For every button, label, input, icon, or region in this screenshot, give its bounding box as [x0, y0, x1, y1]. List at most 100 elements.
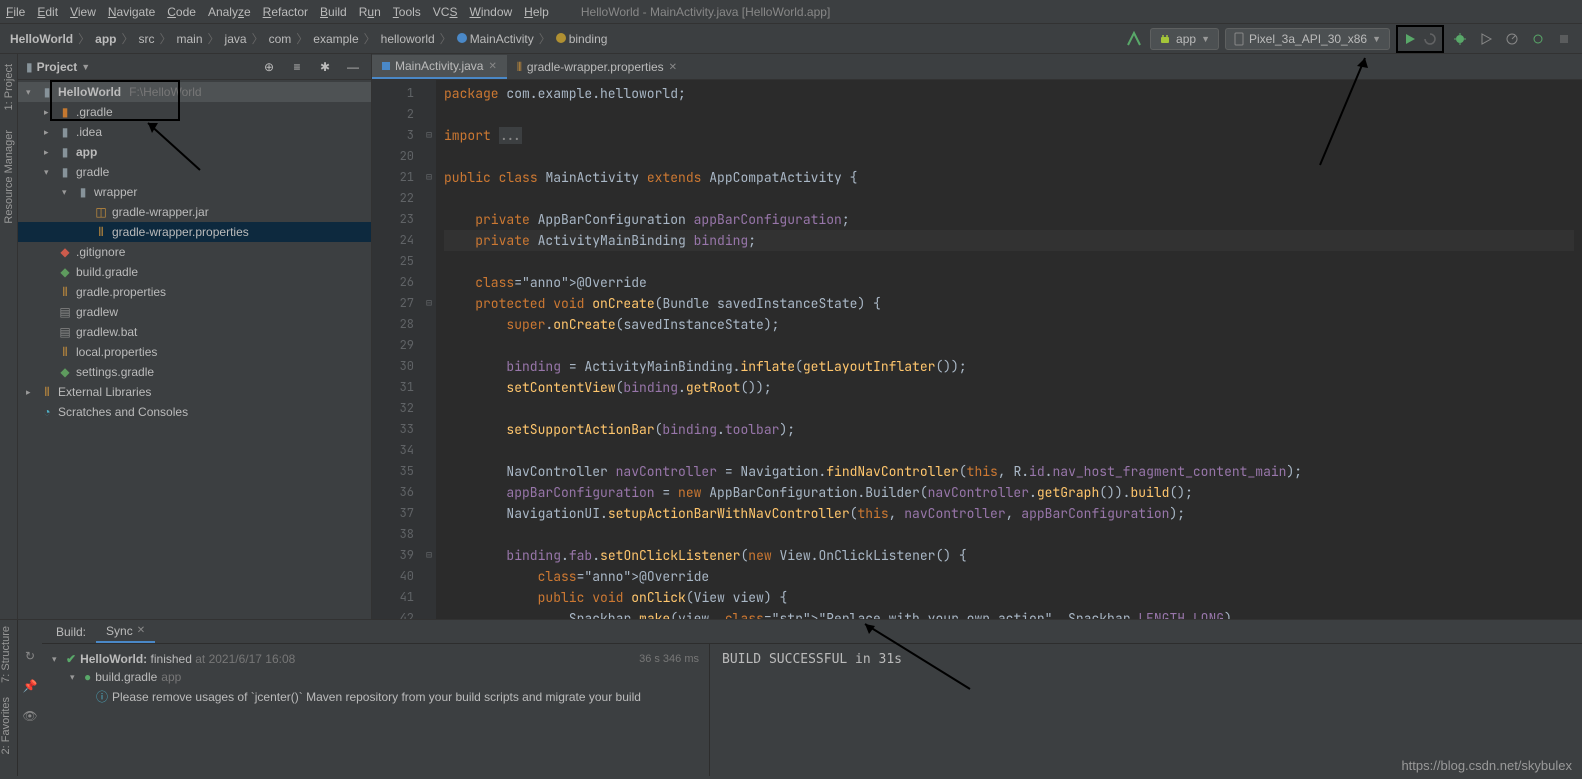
menu-window[interactable]: Window [469, 5, 512, 19]
panel-title[interactable]: Project [37, 60, 78, 74]
code-editor[interactable]: package com.example.helloworld;import ..… [436, 80, 1582, 619]
settings-icon[interactable]: ✱ [315, 57, 335, 77]
menu-run[interactable]: Run [359, 5, 381, 19]
menu-refactor[interactable]: Refactor [263, 5, 308, 19]
toggle-icon[interactable]: 👁 [20, 706, 40, 726]
breadcrumb: HelloWorld〉 app〉 src〉 main〉 java〉 com〉 e… [8, 30, 609, 48]
props-icon: ⫴ [58, 285, 72, 299]
props-icon: ⫴ [58, 345, 72, 359]
tree-item[interactable]: ⫴gradle-wrapper.properties [18, 222, 371, 242]
folder-icon: ▮ [26, 60, 33, 74]
make-icon[interactable] [1124, 29, 1144, 49]
crumb[interactable]: example [311, 30, 360, 48]
folder-icon: ▮ [58, 125, 72, 139]
tree-item[interactable]: ◆.gitignore [18, 242, 371, 262]
pin-icon[interactable]: 📌 [20, 676, 40, 696]
android-icon [1159, 33, 1171, 45]
build-timing: 36 s 346 ms [639, 653, 699, 665]
gradle-icon: ◆ [58, 365, 72, 379]
left-tool-tabs: 1: Project Resource Manager [0, 54, 18, 619]
build-output[interactable]: BUILD SUCCESSFUL in 31s [710, 644, 1582, 776]
restart-icon[interactable]: ↻ [20, 646, 40, 666]
coverage-icon[interactable] [1476, 29, 1496, 49]
line-gutter[interactable]: 1232021222324252627282930313233343536373… [372, 80, 422, 619]
jar-icon: ◫ [94, 205, 108, 219]
tree-item[interactable]: ▾▮wrapper [18, 182, 371, 202]
profiler-icon[interactable] [1502, 29, 1522, 49]
sh-icon: ▤ [58, 305, 72, 319]
menu-view[interactable]: View [70, 5, 96, 19]
tree-item[interactable]: ▤gradlew.bat [18, 322, 371, 342]
menu-tools[interactable]: Tools [393, 5, 421, 19]
build-tab-sync[interactable]: Sync✕ [96, 621, 155, 643]
tab-resource-manager[interactable]: Resource Manager [3, 130, 15, 224]
menu-build[interactable]: Build [320, 5, 347, 19]
check-icon: ✔ [66, 652, 76, 666]
crumb[interactable]: java [223, 30, 249, 48]
crumb[interactable]: app [93, 30, 118, 48]
build-tree[interactable]: ▾ ✔ HelloWorld: finished at 2021/6/17 16… [42, 644, 710, 776]
tab-structure[interactable]: 7: Structure [0, 626, 12, 683]
tab-label: MainActivity.java [395, 59, 483, 73]
menu-vcs[interactable]: VCS [433, 5, 458, 19]
config-dropdown[interactable]: app ▼ [1150, 28, 1219, 50]
debug-button[interactable] [1450, 29, 1470, 49]
project-tree[interactable]: ▾▮ HelloWorld F:\HelloWorld ▸▮.gradle▸▮.… [18, 80, 371, 619]
run-button[interactable] [1400, 29, 1420, 49]
tree-scratches[interactable]: ◔ Scratches and Consoles [18, 402, 371, 422]
tab-label: gradle-wrapper.properties [527, 60, 664, 74]
tree-item[interactable]: ◆build.gradle [18, 262, 371, 282]
device-label: Pixel_3a_API_30_x86 [1249, 32, 1367, 46]
config-label: app [1176, 32, 1196, 46]
tree-item[interactable]: ▸▮.idea [18, 122, 371, 142]
phone-icon [1234, 32, 1244, 46]
tree-item[interactable]: ▸▮.gradle [18, 102, 371, 122]
editor-tab-mainactivity[interactable]: MainActivity.java ✕ [372, 55, 507, 79]
tab-project[interactable]: 1: Project [3, 64, 15, 110]
close-icon[interactable]: ✕ [488, 61, 496, 72]
device-dropdown[interactable]: Pixel_3a_API_30_x86 ▼ [1225, 28, 1390, 50]
tree-item[interactable]: ▾▮gradle [18, 162, 371, 182]
menubar: File Edit View Navigate Code Analyze Ref… [0, 0, 1582, 24]
menu-help[interactable]: Help [524, 5, 549, 19]
crumb[interactable]: HelloWorld [8, 30, 75, 48]
menu-navigate[interactable]: Navigate [108, 5, 155, 19]
attach-debugger-icon[interactable] [1528, 29, 1548, 49]
tree-item[interactable]: ⫴local.properties [18, 342, 371, 362]
tree-item[interactable]: ▤gradlew [18, 302, 371, 322]
gradle-icon: ◆ [58, 265, 72, 279]
tree-root[interactable]: ▾▮ HelloWorld F:\HelloWorld [18, 82, 371, 102]
tree-item[interactable]: ▸▮app [18, 142, 371, 162]
bat-icon: ▤ [58, 325, 72, 339]
menu-file[interactable]: File [6, 5, 25, 19]
run-highlight-box [1396, 25, 1444, 53]
crumb[interactable]: MainActivity [455, 30, 536, 48]
fold-column[interactable]: ⊟⊟⊟⊟ [422, 80, 436, 619]
tree-item[interactable]: ⫴gradle.properties [18, 282, 371, 302]
tab-favorites[interactable]: 2: Favorites [0, 697, 12, 754]
menu-code[interactable]: Code [167, 5, 196, 19]
hide-icon[interactable]: — [343, 57, 363, 77]
select-opened-icon[interactable]: ⊕ [259, 57, 279, 77]
crumb[interactable]: com [267, 30, 294, 48]
apply-changes-button[interactable] [1420, 29, 1440, 49]
crumb[interactable]: binding [554, 30, 610, 48]
crumb[interactable]: helloworld [379, 30, 437, 48]
editor-area: MainActivity.java ✕ ⫴ gradle-wrapper.pro… [372, 54, 1582, 619]
editor-tabs: MainActivity.java ✕ ⫴ gradle-wrapper.pro… [372, 54, 1582, 80]
project-panel: ▮ Project ▼ ⊕ ≡ ✱ — ▾▮ HelloWorld F:\Hel… [18, 54, 372, 619]
crumb[interactable]: src [137, 30, 157, 48]
editor-tab-properties[interactable]: ⫴ gradle-wrapper.properties ✕ [507, 55, 687, 79]
info-icon: ⓘ [96, 688, 108, 705]
tree-item[interactable]: ◫gradle-wrapper.jar [18, 202, 371, 222]
props-icon: ⫴ [94, 225, 108, 239]
expand-icon[interactable]: ≡ [287, 57, 307, 77]
tree-external-libraries[interactable]: ▸⫴ External Libraries [18, 382, 371, 402]
close-icon[interactable]: ✕ [669, 62, 677, 73]
build-tab-label: Build: [46, 622, 96, 642]
crumb[interactable]: main [175, 30, 205, 48]
tree-item[interactable]: ◆settings.gradle [18, 362, 371, 382]
stop-button[interactable] [1554, 29, 1574, 49]
menu-analyze[interactable]: Analyze [208, 5, 251, 19]
menu-edit[interactable]: Edit [37, 5, 58, 19]
